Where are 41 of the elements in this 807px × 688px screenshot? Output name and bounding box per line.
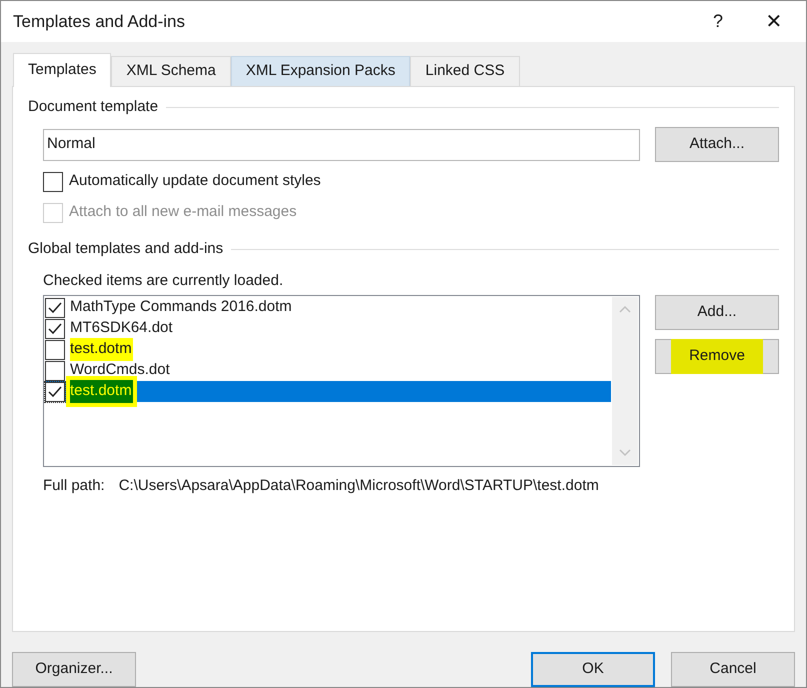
checkbox[interactable] xyxy=(45,340,65,360)
tab[interactable]: XML Expansion Packs xyxy=(230,56,410,86)
window-title: Templates and Add-ins xyxy=(13,10,186,33)
checkbox[interactable] xyxy=(45,298,65,318)
item-label: MathType Commands 2016.dotm xyxy=(70,297,293,318)
check-icon xyxy=(48,322,62,334)
attach-button[interactable]: Attach... xyxy=(655,127,779,162)
organizer-button[interactable]: Organizer... xyxy=(12,652,136,686)
tab[interactable]: Templates xyxy=(13,53,112,87)
checkbox[interactable] xyxy=(43,172,63,192)
list-item[interactable]: test.dotm xyxy=(45,339,611,360)
check-icon xyxy=(48,386,62,398)
list-item[interactable]: MT6SDK64.dot xyxy=(45,318,611,339)
template-field[interactable]: Normal xyxy=(43,128,640,160)
list-action-button[interactable]: Remove xyxy=(655,339,779,374)
checkbox[interactable] xyxy=(45,382,65,402)
cancel-button[interactable]: Cancel xyxy=(671,652,795,686)
check-icon xyxy=(48,302,62,314)
close-button[interactable]: ✕ xyxy=(746,2,802,42)
section-heading: Document template xyxy=(28,96,158,117)
path-label: Full path: xyxy=(43,476,105,496)
item-label: test.dotm xyxy=(70,380,133,403)
list-action-button[interactable]: Add... xyxy=(655,295,779,330)
section-heading: Global templates and add-ins xyxy=(28,238,224,259)
list-item[interactable]: MathType Commands 2016.dotm xyxy=(45,297,611,318)
help-button[interactable]: ? xyxy=(690,2,746,42)
item-label: WordCmds.dot xyxy=(70,360,171,380)
ok-button[interactable]: OK xyxy=(531,652,655,686)
item-label: MT6SDK64.dot xyxy=(70,318,174,338)
tab[interactable]: XML Schema xyxy=(111,56,231,86)
list-caption: Checked items are currently loaded. xyxy=(42,271,284,291)
checkbox[interactable] xyxy=(45,318,65,338)
path-text: C:\Users\Apsara\AppData\Roaming\Microsoft\Word\STARTUP\test.dotm xyxy=(118,476,599,496)
item-label: test.dotm xyxy=(70,338,133,361)
list-item[interactable]: test.dotm xyxy=(45,381,611,402)
tab[interactable]: Linked CSS xyxy=(410,56,520,86)
checkbox-label: Automatically update document styles xyxy=(69,171,321,192)
template-list[interactable]: MathType Commands 2016.dotm MT6SDK64.dot test.dotm WordCmds.dot test.dotm xyxy=(43,295,640,467)
list-item[interactable]: WordCmds.dot xyxy=(45,360,611,381)
checkbox-label: Attach to all new e-mail messages xyxy=(69,202,297,222)
checkbox[interactable] xyxy=(45,360,65,380)
